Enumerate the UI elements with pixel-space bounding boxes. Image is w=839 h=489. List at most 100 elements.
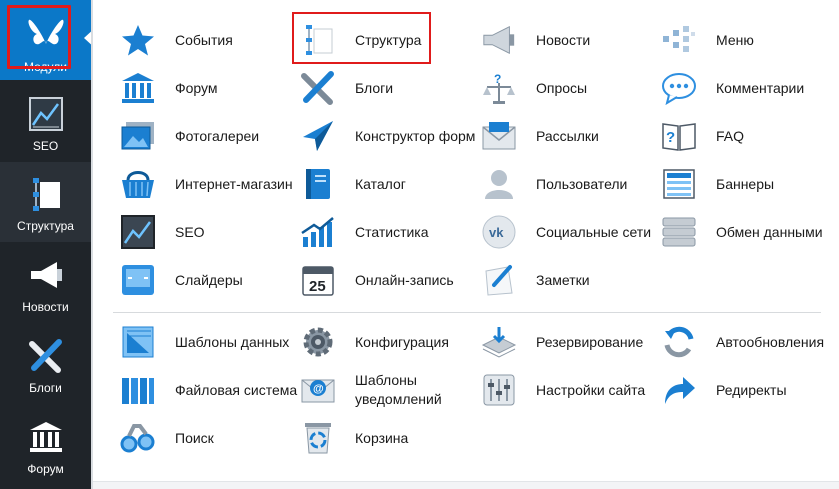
module-notes[interactable]: Заметки xyxy=(481,258,590,302)
module-online-booking[interactable]: 25 Онлайн-запись xyxy=(300,258,454,302)
svg-text:vk: vk xyxy=(489,225,504,240)
module-label: Опросы xyxy=(536,79,588,96)
sidebar-item-label: Структура xyxy=(17,219,74,233)
poll-scales-icon: ? xyxy=(481,70,517,106)
mail-icon xyxy=(481,118,517,154)
module-label: Слайдеры xyxy=(175,271,243,288)
forum-building-icon xyxy=(26,417,66,457)
module-backup[interactable]: Резервирование xyxy=(481,320,643,364)
module-mailings[interactable]: Рассылки xyxy=(481,114,599,158)
faq-book-icon: ? xyxy=(661,118,697,154)
module-catalog[interactable]: Каталог xyxy=(300,162,406,206)
notification-templates-icon: @ xyxy=(300,372,336,408)
seo-chart-icon xyxy=(120,214,156,250)
structure-icon xyxy=(26,174,66,214)
module-label: Форум xyxy=(175,79,218,96)
module-label: Заметки xyxy=(536,271,590,288)
module-label: События xyxy=(175,31,233,48)
shopping-basket-icon xyxy=(120,166,156,202)
sidebar-item-structure[interactable]: Структура xyxy=(0,162,91,242)
module-label: Конфигурация xyxy=(355,333,449,350)
module-banners[interactable]: Баннеры xyxy=(661,162,774,206)
forum-building-icon xyxy=(120,70,156,106)
module-blogs[interactable]: Блоги xyxy=(300,66,393,110)
module-data-exchange[interactable]: Обмен данными xyxy=(661,210,823,254)
module-seo[interactable]: SEO xyxy=(120,210,205,254)
module-auto-updates[interactable]: Автообновления xyxy=(661,320,824,364)
module-label: Пользователи xyxy=(536,175,628,192)
module-label: Блоги xyxy=(355,79,394,96)
statistics-icon xyxy=(300,214,336,250)
module-label: Шаблоны уведомлений xyxy=(355,372,442,407)
module-label: Редиректы xyxy=(716,381,787,398)
module-redirects[interactable]: Редиректы xyxy=(661,368,787,412)
module-users[interactable]: Пользователи xyxy=(481,162,627,206)
folders-icon xyxy=(120,372,156,408)
module-data-templates[interactable]: Шаблоны данных xyxy=(120,320,289,364)
svg-text:?: ? xyxy=(494,72,501,86)
notes-icon xyxy=(481,262,517,298)
gear-icon xyxy=(300,324,336,360)
backup-icon xyxy=(481,324,517,360)
module-notification-templates[interactable]: @ Шаблоны уведомлений xyxy=(300,368,465,412)
active-pointer xyxy=(84,27,96,49)
structure-icon xyxy=(300,22,336,58)
module-label: Структура xyxy=(355,31,422,48)
module-events[interactable]: События xyxy=(120,18,233,62)
module-label: Автообновления xyxy=(716,333,825,350)
sidebar-item-label: Форум xyxy=(27,462,64,476)
module-label: Статистика xyxy=(355,223,429,240)
sidebar-item-seo[interactable]: SEO xyxy=(0,82,91,162)
module-configuration[interactable]: Конфигурация xyxy=(300,320,449,364)
module-label: Интернет-магазин xyxy=(175,175,293,192)
seo-chart-icon xyxy=(26,94,66,134)
module-file-system[interactable]: Файловая система xyxy=(120,368,297,412)
sidebar-item-news[interactable]: Новости xyxy=(0,243,91,323)
module-faq[interactable]: ? FAQ xyxy=(661,114,744,158)
menu-tree-icon xyxy=(661,22,697,58)
sidebar-item-blogs[interactable]: Блоги xyxy=(0,324,91,404)
module-label: Файловая система xyxy=(175,381,298,398)
sidebar-item-forum[interactable]: Форум xyxy=(0,405,91,485)
module-statistics[interactable]: Статистика xyxy=(300,210,429,254)
module-label: SEO xyxy=(175,223,205,240)
panel-separator xyxy=(91,0,93,489)
megaphone-icon xyxy=(481,22,517,58)
module-label: Меню xyxy=(716,31,754,48)
star-icon xyxy=(120,22,156,58)
module-label: Обмен данными xyxy=(716,223,823,240)
module-structure[interactable]: Структура xyxy=(300,18,421,62)
module-search[interactable]: Поиск xyxy=(120,416,214,460)
data-templates-icon xyxy=(120,324,156,360)
module-sliders[interactable]: Слайдеры xyxy=(120,258,243,302)
module-news[interactable]: Новости xyxy=(481,18,590,62)
module-label: Социальные сети xyxy=(536,223,652,240)
user-icon xyxy=(481,166,517,202)
module-form-builder[interactable]: Конструктор форм xyxy=(300,114,475,158)
module-recycle-bin[interactable]: Корзина xyxy=(300,416,408,460)
module-label: Комментарии xyxy=(716,79,805,96)
photo-gallery-icon xyxy=(120,118,156,154)
module-photo-galleries[interactable]: Фотогалереи xyxy=(120,114,259,158)
module-menu[interactable]: Меню xyxy=(661,18,754,62)
module-social-networks[interactable]: vk Социальные сети xyxy=(481,210,651,254)
pen-pencil-icon xyxy=(26,336,66,376)
sidebar-item-label: Новости xyxy=(22,300,69,314)
module-label: Новости xyxy=(536,31,591,48)
module-online-store[interactable]: Интернет-магазин xyxy=(120,162,293,206)
module-comments[interactable]: Комментарии xyxy=(661,66,804,110)
module-polls[interactable]: ? Опросы xyxy=(481,66,587,110)
module-label: Шаблоны данных xyxy=(175,333,290,350)
recycle-bin-icon xyxy=(300,420,336,456)
module-label: Настройки сайта xyxy=(536,381,646,398)
module-forum[interactable]: Форум xyxy=(120,66,218,110)
server-icon xyxy=(661,214,697,250)
section-divider xyxy=(113,312,821,313)
module-label: Фотогалереи xyxy=(175,127,260,144)
vk-icon: vk xyxy=(481,214,517,250)
module-site-settings[interactable]: Настройки сайта xyxy=(481,368,645,412)
svg-text:25: 25 xyxy=(309,278,326,295)
sidebar: Модули SEO Структура Новости Блоги Форум xyxy=(0,0,91,489)
catalog-book-icon xyxy=(300,166,336,202)
svg-text:@: @ xyxy=(313,383,324,395)
